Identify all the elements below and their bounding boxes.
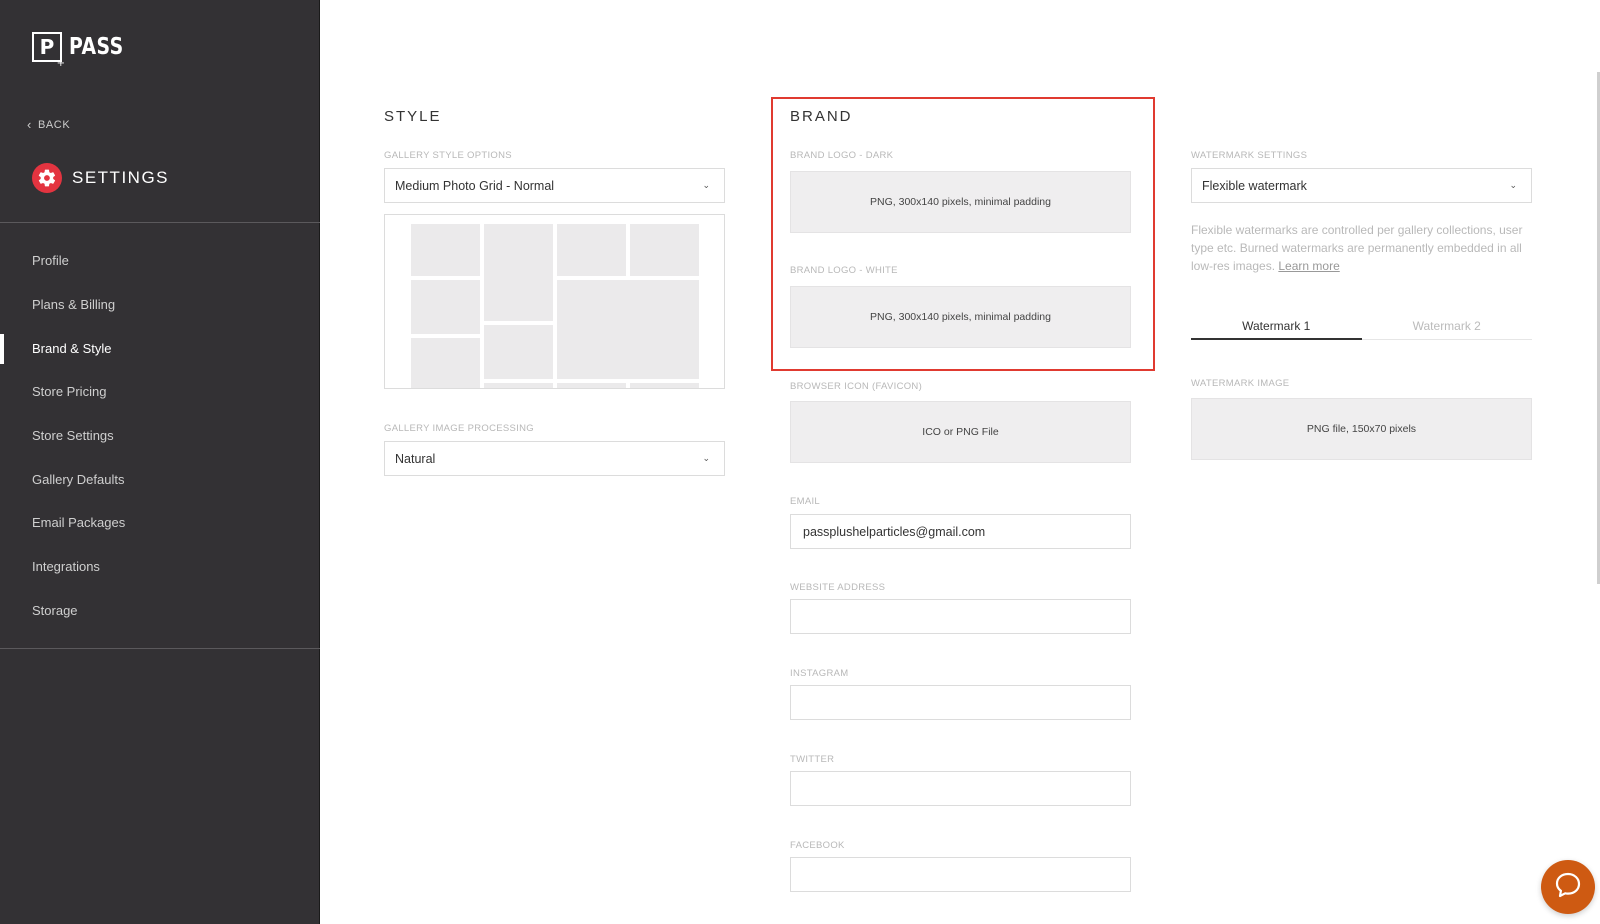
preview-tile [557, 224, 626, 276]
watermark-help-body: Flexible watermarks are controlled per g… [1191, 223, 1523, 273]
image-processing-select[interactable]: Natural ⌄ [384, 441, 725, 476]
watermark-image-hint: PNG file, 150x70 pixels [1306, 423, 1417, 435]
watermark-help-text: Flexible watermarks are controlled per g… [1191, 221, 1531, 275]
chevron-down-icon: ⌄ [702, 180, 710, 190]
back-label: BACK [37, 118, 71, 131]
facebook-field[interactable] [790, 857, 1131, 892]
gallery-style-value: Medium Photo Grid - Normal [395, 178, 555, 193]
sidebar-item-plans-billing[interactable]: Plans & Billing [0, 283, 320, 327]
chevron-left-icon: ‹ [27, 117, 32, 132]
favicon-upload[interactable]: ICO or PNG File [790, 401, 1131, 463]
sidebar-divider-bottom [0, 648, 320, 649]
preview-tile [484, 224, 553, 321]
preview-tile [557, 280, 699, 379]
favicon-hint: ICO or PNG File [922, 426, 999, 438]
gallery-style-select[interactable]: Medium Photo Grid - Normal ⌄ [384, 168, 725, 203]
image-processing-label: GALLERY IMAGE PROCESSING [384, 423, 534, 434]
tab-watermark-1[interactable]: Watermark 1 [1191, 318, 1362, 340]
facebook-label: FACEBOOK [790, 840, 845, 851]
back-link[interactable]: ‹ BACK [27, 118, 70, 131]
logo-dark-hint: PNG, 300x140 pixels, minimal padding [870, 196, 1051, 208]
watermark-settings-label: WATERMARK SETTINGS [1191, 150, 1308, 161]
instagram-label: INSTAGRAM [790, 668, 849, 679]
logo-mark: P [32, 32, 65, 69]
logo-white-hint: PNG, 300x140 pixels, minimal padding [870, 311, 1051, 323]
sidebar: P PASS ‹ BACK SETTINGS Profile Plans & B… [0, 0, 320, 924]
watermark-image-upload[interactable]: PNG file, 150x70 pixels [1191, 398, 1532, 460]
website-field[interactable] [790, 599, 1131, 634]
style-section-title: STYLE [384, 108, 442, 125]
watermark-settings-select[interactable]: Flexible watermark ⌄ [1191, 168, 1532, 203]
logo-text: PASS [69, 34, 124, 60]
preview-tile [411, 280, 480, 334]
brand-section-title: BRAND [790, 108, 853, 125]
watermark-settings-value: Flexible watermark [1202, 178, 1307, 193]
gallery-style-preview [384, 214, 725, 389]
settings-title: SETTINGS [72, 168, 170, 187]
sidebar-item-profile[interactable]: Profile [0, 239, 320, 283]
pass-logo[interactable]: P PASS [32, 32, 136, 69]
favicon-label: BROWSER ICON (FAVICON) [790, 381, 923, 392]
preview-tile [484, 325, 553, 379]
preview-tile [630, 383, 699, 388]
email-field[interactable] [790, 514, 1131, 549]
watermark-image-label: WATERMARK IMAGE [1191, 378, 1290, 389]
watermark-tabs: Watermark 1 Watermark 2 [1191, 318, 1532, 340]
sidebar-item-gallery-defaults[interactable]: Gallery Defaults [0, 457, 320, 501]
preview-tile [557, 383, 626, 388]
logo-white-label: BRAND LOGO - WHITE [790, 265, 898, 276]
gear-icon [32, 163, 62, 193]
sidebar-item-brand-style[interactable]: Brand & Style [0, 326, 320, 370]
learn-more-link[interactable]: Learn more [1278, 259, 1339, 273]
logo-dark-label: BRAND LOGO - DARK [790, 150, 894, 161]
twitter-field[interactable] [790, 771, 1131, 806]
website-label: WEBSITE ADDRESS [790, 582, 886, 593]
tab-watermark-2[interactable]: Watermark 2 [1362, 318, 1533, 340]
sidebar-item-storage[interactable]: Storage [0, 589, 320, 633]
preview-tile [484, 383, 553, 388]
preview-tile [411, 338, 480, 388]
preview-tile [411, 224, 480, 276]
instagram-field[interactable] [790, 685, 1131, 720]
chevron-down-icon: ⌄ [702, 453, 710, 463]
chat-bubble-icon [1553, 870, 1583, 905]
preview-tile [630, 224, 699, 276]
chat-button[interactable] [1541, 860, 1595, 914]
email-label: EMAIL [790, 496, 821, 507]
sidebar-nav: Profile Plans & Billing Brand & Style St… [0, 239, 320, 632]
twitter-label: TWITTER [790, 754, 835, 765]
chevron-down-icon: ⌄ [1509, 180, 1517, 190]
sidebar-item-email-packages[interactable]: Email Packages [0, 501, 320, 545]
image-processing-value: Natural [395, 451, 436, 466]
gallery-style-label: GALLERY STYLE OPTIONS [384, 150, 512, 161]
sidebar-divider-top [0, 222, 320, 223]
logo-white-upload[interactable]: PNG, 300x140 pixels, minimal padding [790, 286, 1131, 348]
logo-dark-upload[interactable]: PNG, 300x140 pixels, minimal padding [790, 171, 1131, 233]
settings-heading: SETTINGS [32, 163, 169, 193]
sidebar-item-store-pricing[interactable]: Store Pricing [0, 370, 320, 414]
sidebar-item-store-settings[interactable]: Store Settings [0, 414, 320, 458]
sidebar-item-integrations[interactable]: Integrations [0, 545, 320, 589]
